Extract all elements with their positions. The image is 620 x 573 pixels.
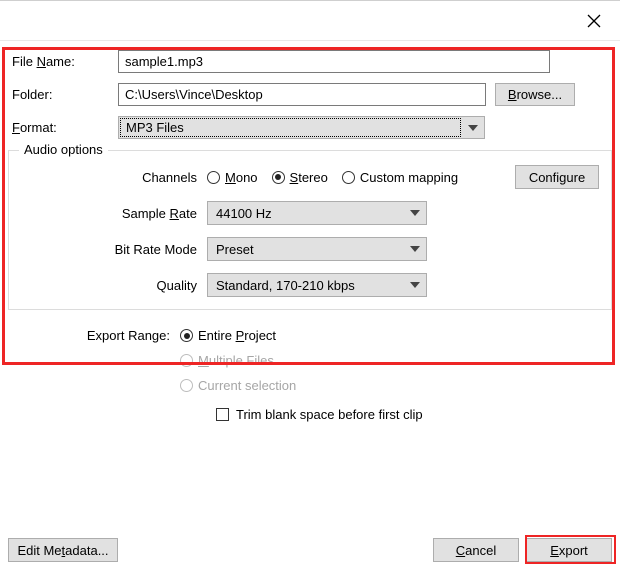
bit-rate-mode-select[interactable]: Preset [207, 237, 427, 261]
browse-button[interactable]: Browse... [495, 83, 575, 106]
export-range-label: Export Range: [12, 328, 180, 393]
format-label: Format: [12, 120, 118, 135]
channels-custom-radio[interactable]: Custom mapping [342, 170, 458, 185]
format-select[interactable]: MP3 Files [118, 116, 485, 139]
configure-button[interactable]: Configure [515, 165, 599, 189]
sample-rate-value: 44100 Hz [216, 206, 272, 221]
chevron-down-icon [408, 246, 420, 252]
chevron-down-icon [462, 125, 484, 131]
export-range-entire-radio[interactable]: Entire Project [180, 328, 296, 343]
quality-label: Quality [17, 278, 207, 293]
audio-options-legend: Audio options [19, 142, 108, 157]
bit-rate-mode-label: Bit Rate Mode [17, 242, 207, 257]
export-button[interactable]: Export [526, 538, 612, 562]
quality-value: Standard, 170-210 kbps [216, 278, 355, 293]
quality-select[interactable]: Standard, 170-210 kbps [207, 273, 427, 297]
chevron-down-icon [408, 282, 420, 288]
edit-metadata-button[interactable]: Edit Metadata... [8, 538, 118, 562]
cancel-button[interactable]: Cancel [433, 538, 519, 562]
audio-options-group: Audio options Channels Mono Stereo Custo… [8, 150, 612, 310]
titlebar [0, 1, 620, 41]
folder-label: Folder: [12, 87, 118, 102]
channels-label: Channels [17, 170, 207, 185]
filename-label: File Name: [12, 54, 118, 69]
chevron-down-icon [408, 210, 420, 216]
trim-blank-checkbox[interactable]: Trim blank space before first clip [216, 407, 423, 422]
filename-input[interactable] [118, 50, 550, 73]
channels-stereo-radio[interactable]: Stereo [272, 170, 328, 185]
export-range-multiple-radio: Multiple Files [180, 353, 296, 368]
folder-input[interactable] [118, 83, 486, 106]
format-value: MP3 Files [120, 118, 461, 137]
channels-mono-radio[interactable]: Mono [207, 170, 258, 185]
dialog-content: File Name: Folder: Browse... Format: MP3… [0, 41, 620, 424]
close-icon[interactable] [584, 11, 604, 31]
sample-rate-select[interactable]: 44100 Hz [207, 201, 427, 225]
export-range-current-radio: Current selection [180, 378, 296, 393]
sample-rate-label: Sample Rate [17, 206, 207, 221]
bit-rate-mode-value: Preset [216, 242, 254, 257]
